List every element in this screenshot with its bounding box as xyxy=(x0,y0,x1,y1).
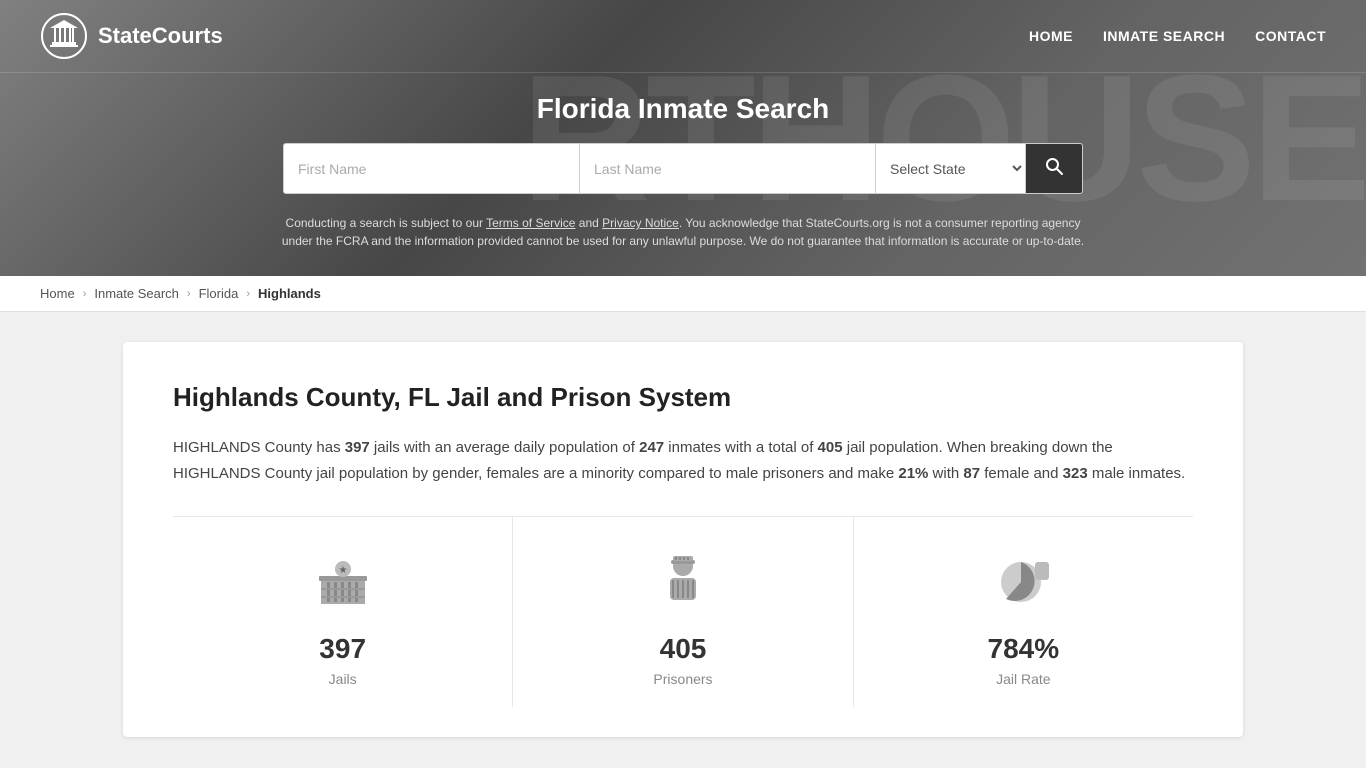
breadcrumb-sep-2: › xyxy=(187,288,191,300)
stat-prisoners: 405 Prisoners xyxy=(513,517,853,707)
header: RTHOUSE StateCourts HOME xyxy=(0,0,1366,276)
rate-icon xyxy=(988,547,1058,617)
desc-p2: jails with an average daily population o… xyxy=(370,439,639,456)
state-select[interactable]: Select State Florida California Texas xyxy=(876,144,1026,193)
desc-avg-pop: 247 xyxy=(639,439,664,456)
stat-jail-rate: 784% Jail Rate xyxy=(854,517,1193,707)
stat-jails-label: Jails xyxy=(329,671,357,687)
search-bar: Select State Florida California Texas xyxy=(20,143,1346,194)
desc-p3: inmates with a total of xyxy=(664,439,817,456)
stat-rate-label: Jail Rate xyxy=(996,671,1050,687)
content-card: Highlands County, FL Jail and Prison Sys… xyxy=(123,342,1243,737)
desc-jails: 397 xyxy=(345,439,370,456)
hero: Florida Inmate Search Select State Flori… xyxy=(0,73,1366,276)
first-name-input[interactable] xyxy=(284,144,580,193)
logo[interactable]: StateCourts xyxy=(40,12,223,60)
breadcrumb-florida[interactable]: Florida xyxy=(199,286,239,301)
county-title: Highlands County, FL Jail and Prison Sys… xyxy=(173,382,1193,413)
terms-link[interactable]: Terms of Service xyxy=(486,216,575,230)
stat-jails-number: 397 xyxy=(319,633,366,665)
desc-male-count: 323 xyxy=(1063,465,1088,482)
desc-female-pct: 21% xyxy=(898,465,928,482)
stat-prisoners-number: 405 xyxy=(660,633,707,665)
desc-p6: female and xyxy=(980,465,1063,482)
desc-p1: HIGHLANDS County has xyxy=(173,439,345,456)
desc-female-count: 87 xyxy=(963,465,980,482)
main-content: Highlands County, FL Jail and Prison Sys… xyxy=(83,342,1283,737)
search-icon xyxy=(1044,156,1064,181)
nav-inmate-search[interactable]: INMATE SEARCH xyxy=(1103,28,1225,44)
stat-rate-number: 784% xyxy=(988,633,1060,665)
svg-text:★: ★ xyxy=(338,565,347,576)
nav-home[interactable]: HOME xyxy=(1029,28,1073,44)
logo-text: StateCourts xyxy=(98,23,223,49)
disclaimer-text-before: Conducting a search is subject to our xyxy=(286,216,487,230)
privacy-link[interactable]: Privacy Notice xyxy=(602,216,679,230)
breadcrumb-highlands: Highlands xyxy=(258,286,321,301)
nav-contact[interactable]: CONTACT xyxy=(1255,28,1326,44)
disclaimer: Conducting a search is subject to our Te… xyxy=(253,208,1113,266)
nav-links: HOME INMATE SEARCH CONTACT xyxy=(1029,28,1326,44)
stat-prisoners-label: Prisoners xyxy=(653,671,712,687)
desc-p5: with xyxy=(928,465,963,482)
breadcrumb-inmate-search[interactable]: Inmate Search xyxy=(94,286,179,301)
breadcrumb: Home › Inmate Search › Florida › Highlan… xyxy=(0,276,1366,312)
prisoner-icon xyxy=(648,547,718,617)
navbar: StateCourts HOME INMATE SEARCH CONTACT xyxy=(0,0,1366,73)
last-name-input[interactable] xyxy=(580,144,876,193)
search-button[interactable] xyxy=(1026,144,1082,193)
disclaimer-text-mid: and xyxy=(575,216,602,230)
stat-jails: ★ 397 Jails xyxy=(173,517,513,707)
stats-row: ★ 397 Jails xyxy=(173,516,1193,707)
hero-title: Florida Inmate Search xyxy=(20,93,1346,125)
search-bar-inner: Select State Florida California Texas xyxy=(283,143,1083,194)
breadcrumb-sep-1: › xyxy=(83,288,87,300)
county-description: HIGHLANDS County has 397 jails with an a… xyxy=(173,435,1193,486)
breadcrumb-home[interactable]: Home xyxy=(40,286,75,301)
desc-p7: male inmates. xyxy=(1088,465,1186,482)
breadcrumb-sep-3: › xyxy=(246,288,250,300)
jail-icon: ★ xyxy=(308,547,378,617)
desc-total: 405 xyxy=(818,439,843,456)
